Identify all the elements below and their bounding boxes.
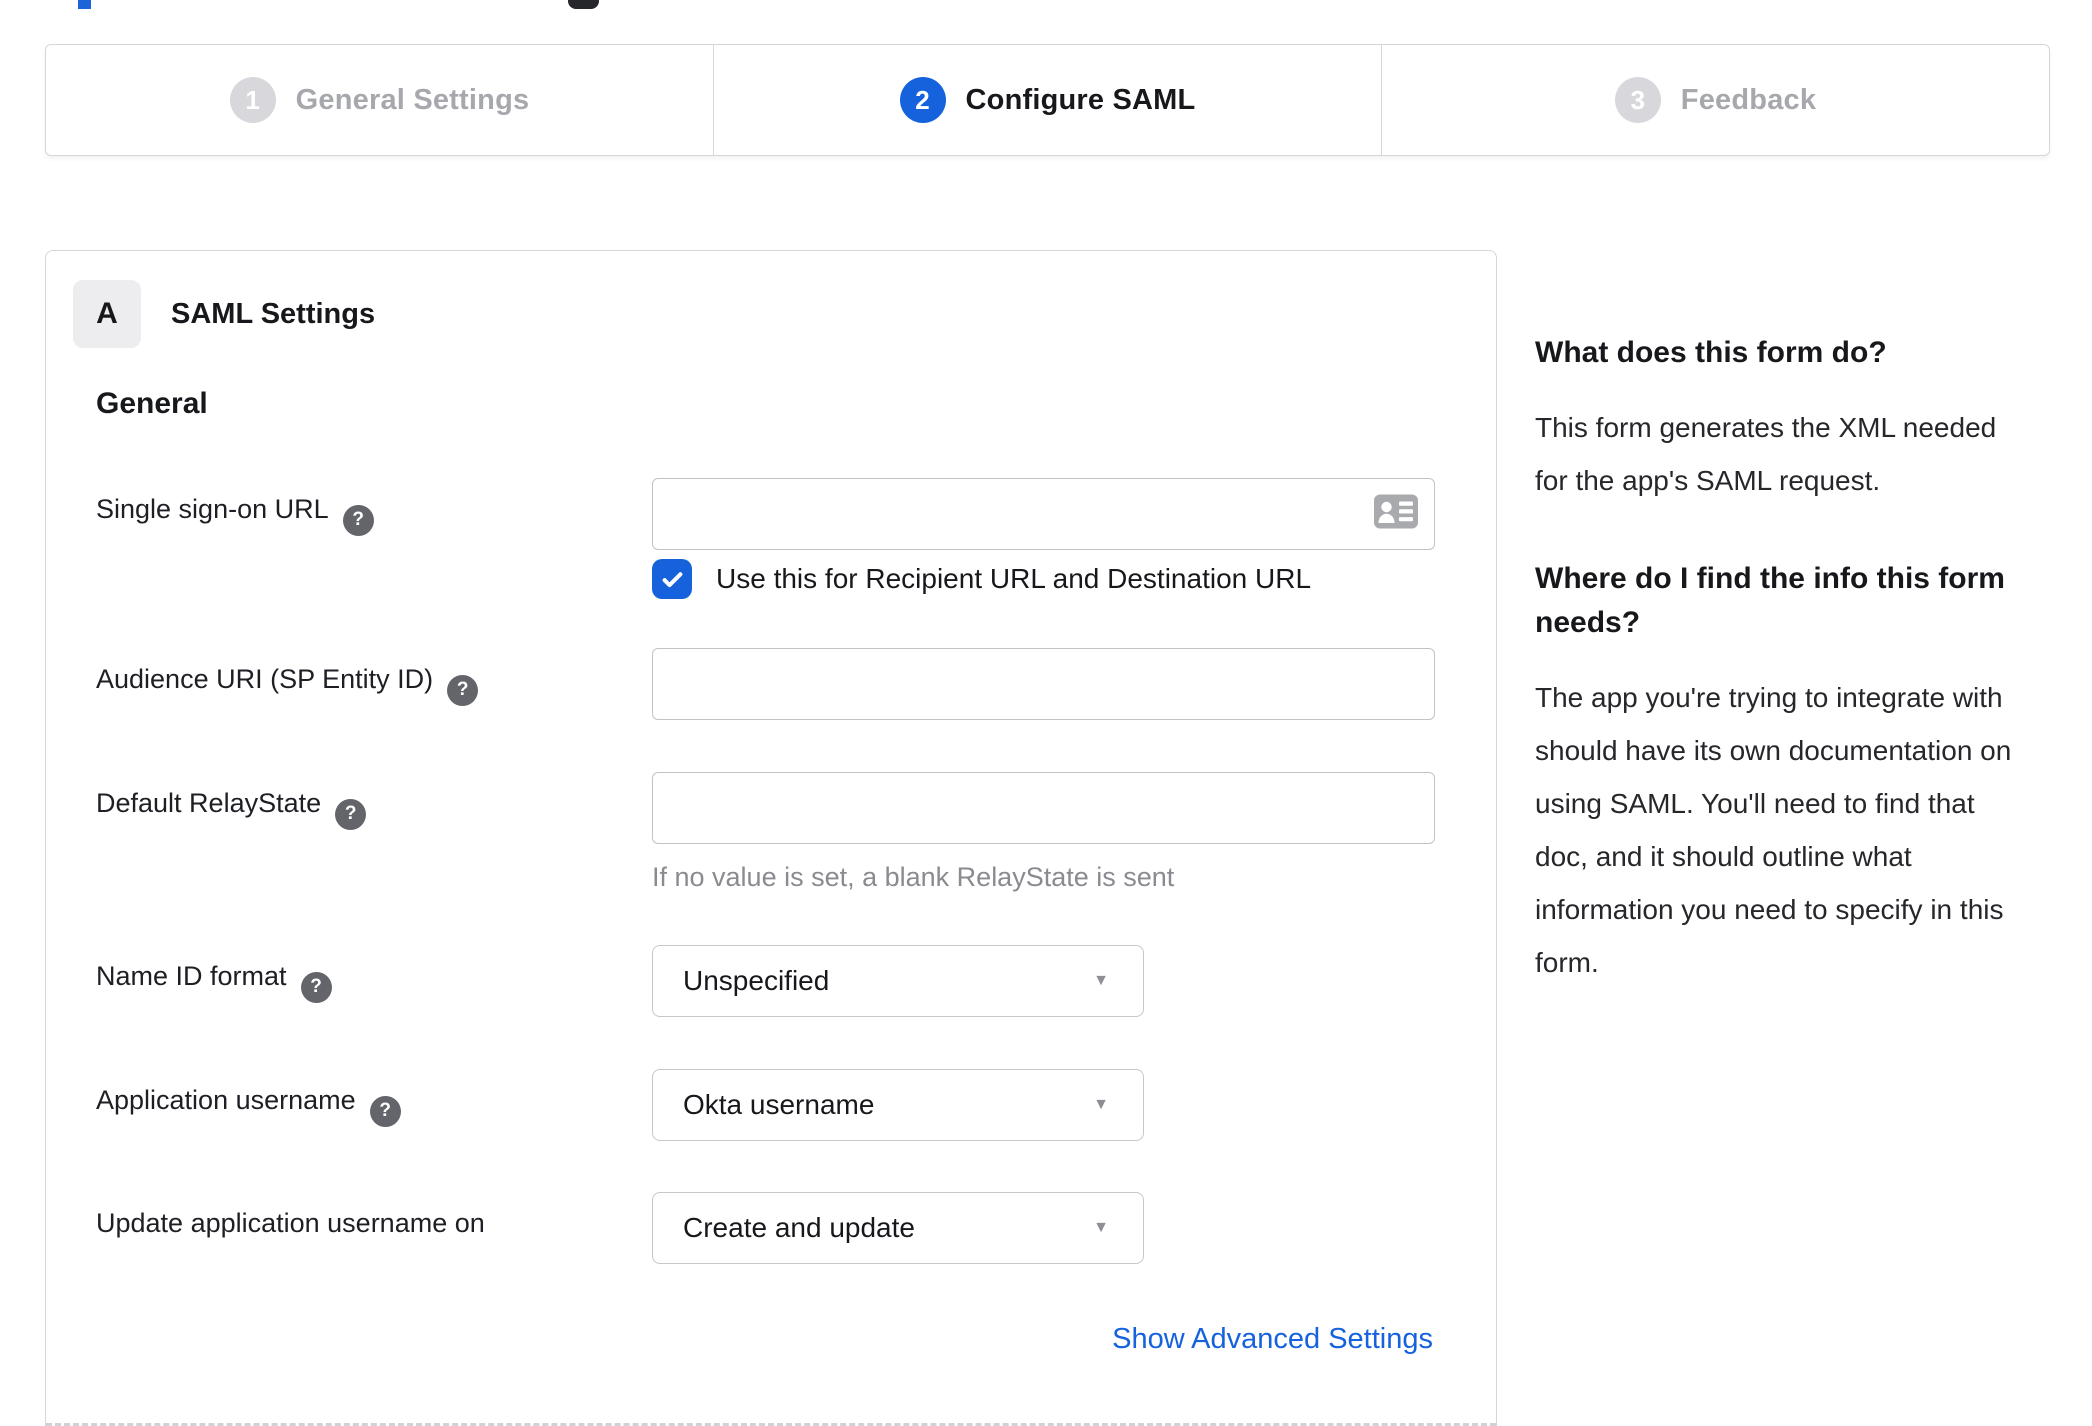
relay-state-row: Default RelayState? If no value is set, … [96, 772, 1435, 893]
recipient-url-checkbox-row: Use this for Recipient URL and Destinati… [652, 559, 1311, 599]
app-username-select[interactable]: Okta username ▼ [652, 1069, 1144, 1141]
name-id-format-row: Name ID format? Unspecified ▼ [96, 945, 1144, 1017]
sso-url-input[interactable] [653, 479, 1434, 549]
help-icon[interactable]: ? [335, 798, 367, 830]
help-icon[interactable]: ? [447, 674, 479, 706]
step-3-label: Feedback [1680, 83, 1817, 116]
update-username-row: Update application username on Create an… [96, 1192, 1144, 1264]
step-1-badge: 1 [229, 77, 276, 123]
recipient-url-checkbox-label: Use this for Recipient URL and Destinati… [716, 563, 1312, 594]
step-feedback[interactable]: 3 Feedback [1381, 45, 2049, 155]
help-icon[interactable]: ? [369, 1095, 401, 1127]
update-username-label: Update application username on [96, 1208, 485, 1238]
step-2-label: Configure SAML [965, 83, 1196, 116]
sidebar-paragraph-where: The app you're trying to integrate with … [1535, 682, 2012, 978]
sidebar-heading-what: What does this form do? [1535, 336, 1887, 369]
chevron-down-icon: ▼ [1093, 1219, 1109, 1236]
section-header: A SAML Settings [73, 280, 375, 348]
sso-url-row: Single sign-on URL? [96, 478, 1435, 550]
help-icon[interactable]: ? [300, 971, 332, 1003]
relay-state-label: Default RelayState? [96, 772, 652, 893]
step-general-settings[interactable]: 1 General Settings [46, 45, 713, 155]
wizard-stepper: 1 General Settings 2 Configure SAML 3 Fe… [45, 44, 2050, 156]
name-id-format-select[interactable]: Unspecified ▼ [652, 945, 1144, 1017]
relay-state-input-wrap [652, 772, 1435, 844]
app-username-value: Okta username [683, 1089, 875, 1120]
audience-uri-input-wrap [652, 648, 1435, 720]
help-icon[interactable]: ? [342, 504, 374, 536]
step-2-badge: 2 [899, 77, 946, 123]
chevron-down-icon: ▼ [1093, 1096, 1109, 1113]
saml-settings-panel: A SAML Settings General Single sign-on U… [45, 250, 1497, 1426]
audience-uri-input[interactable] [653, 649, 1434, 719]
cutoff-logo-fragment [78, 0, 91, 9]
help-sidebar: What does this form do? This form genera… [1535, 331, 2051, 1039]
chevron-down-icon: ▼ [1093, 972, 1109, 989]
step-1-label: General Settings [295, 83, 530, 116]
name-id-format-label: Name ID format? [96, 945, 652, 1017]
update-username-select[interactable]: Create and update ▼ [652, 1192, 1144, 1264]
recipient-url-checkbox[interactable] [652, 559, 692, 599]
update-username-value: Create and update [683, 1212, 915, 1243]
contact-card-icon[interactable] [1374, 494, 1418, 534]
app-username-row: Application username? Okta username ▼ [96, 1069, 1144, 1141]
audience-uri-row: Audience URI (SP Entity ID)? [96, 648, 1435, 720]
sidebar-heading-where: Where do I find the info this form needs… [1535, 562, 2005, 639]
advanced-settings-row: Show Advanced Settings [96, 1323, 1433, 1356]
app-username-label: Application username? [96, 1069, 652, 1141]
general-heading: General [96, 387, 208, 420]
section-title: SAML Settings [171, 297, 376, 330]
relay-state-input[interactable] [653, 773, 1434, 843]
section-letter-badge: A [73, 280, 141, 348]
cutoff-icon-fragment [568, 0, 599, 9]
sidebar-paragraph-what: This form generates the XML needed for t… [1535, 412, 1997, 496]
sso-url-label: Single sign-on URL? [96, 478, 652, 550]
audience-uri-label: Audience URI (SP Entity ID)? [96, 648, 652, 720]
step-configure-saml[interactable]: 2 Configure SAML [713, 45, 1381, 155]
name-id-format-value: Unspecified [683, 965, 830, 996]
relay-state-hint: If no value is set, a blank RelayState i… [652, 862, 1175, 892]
step-3-badge: 3 [1614, 77, 1661, 123]
show-advanced-settings-link[interactable]: Show Advanced Settings [1112, 1323, 1433, 1355]
sso-url-input-wrap [652, 478, 1435, 550]
